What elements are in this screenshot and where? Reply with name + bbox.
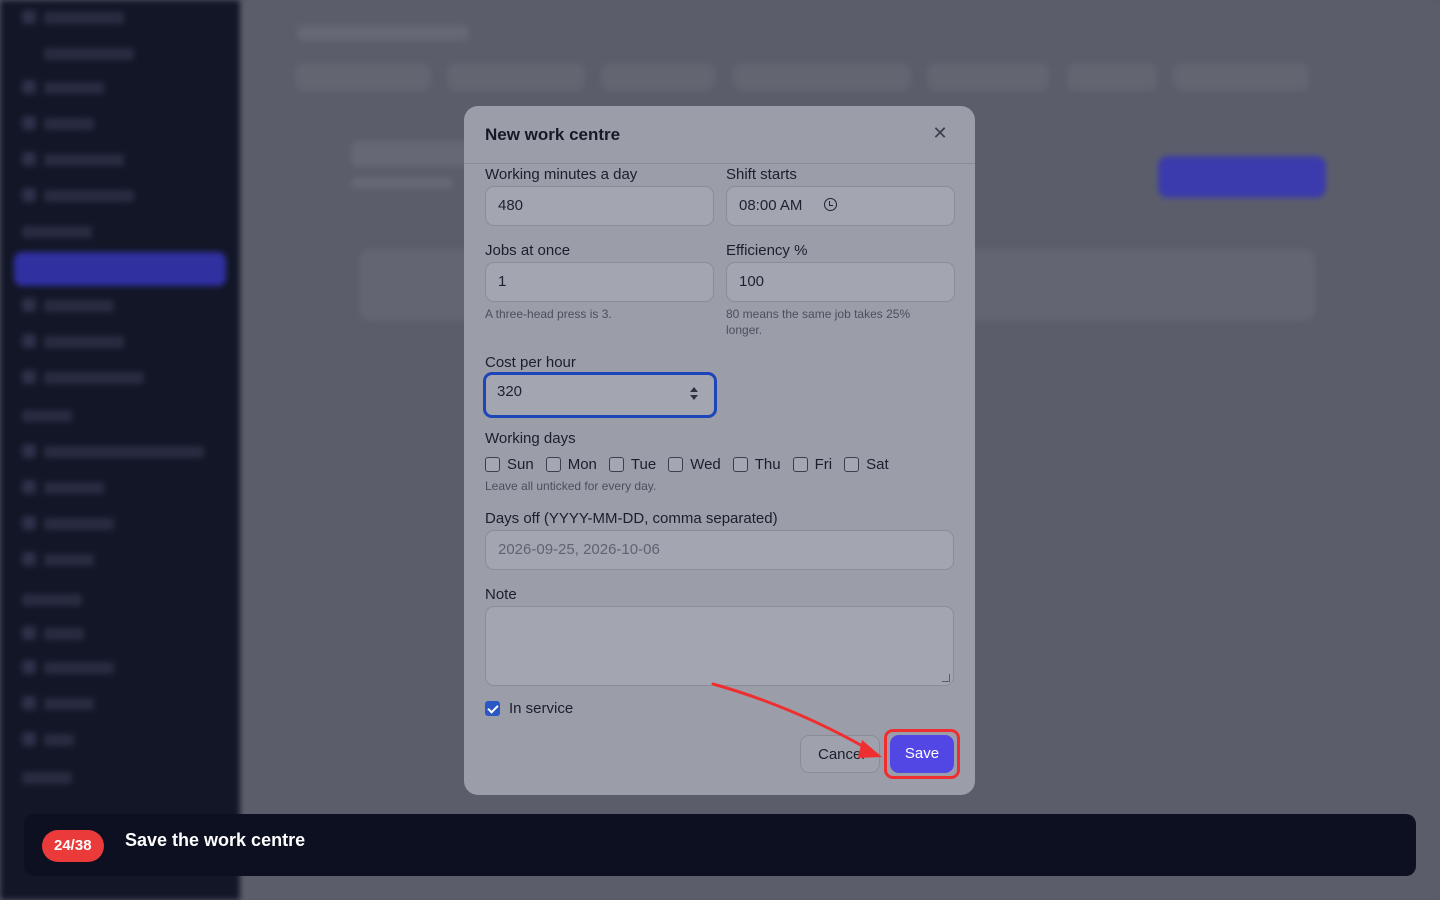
cost-per-hour-value: 320 xyxy=(497,383,523,400)
cancel-button[interactable]: Cancel xyxy=(800,735,880,773)
instruction-text: Save the work centre xyxy=(125,830,306,850)
working-days-label: Working days xyxy=(485,430,576,447)
checkbox[interactable] xyxy=(608,457,624,472)
clock-icon[interactable] xyxy=(824,198,837,211)
checkbox[interactable] xyxy=(485,457,500,472)
save-button-highlight xyxy=(884,729,960,779)
working-minutes-input[interactable]: 480 xyxy=(485,186,714,226)
efficiency-value: 100 xyxy=(739,273,765,290)
jobs-at-once-hint: A three-head press is 3. xyxy=(485,307,612,321)
jobs-at-once-label: Jobs at once xyxy=(485,242,571,259)
working-minutes-label: Working minutes a day xyxy=(485,166,638,183)
jobs-at-once-input[interactable]: 1 xyxy=(485,262,714,302)
shift-starts-input[interactable]: 08:00 AM xyxy=(726,186,955,226)
checkbox-checked[interactable] xyxy=(485,701,500,716)
checkbox[interactable] xyxy=(668,457,684,472)
efficiency-input[interactable]: 100 xyxy=(726,262,955,302)
note-label: Note xyxy=(485,586,517,603)
checkbox[interactable] xyxy=(545,457,561,472)
day-checkbox-fri[interactable]: Fri xyxy=(792,456,833,473)
day-label: Sat xyxy=(866,456,889,473)
checkbox[interactable] xyxy=(792,457,808,472)
in-service-label: In service xyxy=(509,700,574,717)
day-label: Thu xyxy=(754,456,781,473)
day-checkbox-sat[interactable]: Sat xyxy=(844,456,889,473)
day-checkbox-tue[interactable]: Tue xyxy=(608,456,657,473)
instruction-banner: 24/38 Save the work centre xyxy=(24,814,1416,876)
day-checkbox-mon[interactable]: Mon xyxy=(545,456,597,473)
days-off-input[interactable]: 2026-09-25, 2026-10-06 xyxy=(485,530,954,570)
new-work-centre-dialog: New work centre ✕ Working minutes a day … xyxy=(464,106,975,795)
checkbox[interactable] xyxy=(844,457,860,472)
dialog-header: New work centre ✕ xyxy=(464,106,975,164)
day-checkbox-sun[interactable]: Sun xyxy=(485,456,534,473)
day-label: Fri xyxy=(814,456,833,473)
step-counter-badge: 24/38 xyxy=(42,830,104,862)
dialog-title: New work centre xyxy=(485,125,621,144)
note-textarea[interactable] xyxy=(485,606,954,686)
working-days-hint: Leave all unticked for every day. xyxy=(485,479,657,493)
close-icon[interactable]: ✕ xyxy=(931,124,949,142)
number-stepper-icon[interactable] xyxy=(690,387,700,401)
cost-per-hour-label: Cost per hour xyxy=(485,354,576,371)
checkbox[interactable] xyxy=(732,457,748,472)
cost-per-hour-input[interactable]: 320 xyxy=(483,372,717,418)
working-days-group: Sun Mon Tue Wed Thu Fri Sat xyxy=(485,456,901,473)
shift-starts-label: Shift starts xyxy=(726,166,797,183)
efficiency-hint: 80 means the same job takes 25% longer. xyxy=(726,307,911,337)
day-checkbox-wed[interactable]: Wed xyxy=(668,456,721,473)
efficiency-label: Efficiency % xyxy=(726,242,808,259)
resize-handle-icon[interactable] xyxy=(942,674,950,682)
in-service-checkbox[interactable]: In service xyxy=(485,700,573,717)
day-label: Wed xyxy=(690,456,721,473)
days-off-label: Days off (YYYY-MM-DD, comma separated) xyxy=(485,510,778,527)
day-label: Tue xyxy=(630,456,657,473)
days-off-placeholder: 2026-09-25, 2026-10-06 xyxy=(498,541,660,558)
day-label: Sun xyxy=(507,456,534,473)
shift-starts-value: 08:00 AM xyxy=(739,197,803,214)
day-checkbox-thu[interactable]: Thu xyxy=(732,456,781,473)
day-label: Mon xyxy=(567,456,597,473)
working-minutes-value: 480 xyxy=(498,197,524,214)
jobs-at-once-value: 1 xyxy=(498,273,507,290)
